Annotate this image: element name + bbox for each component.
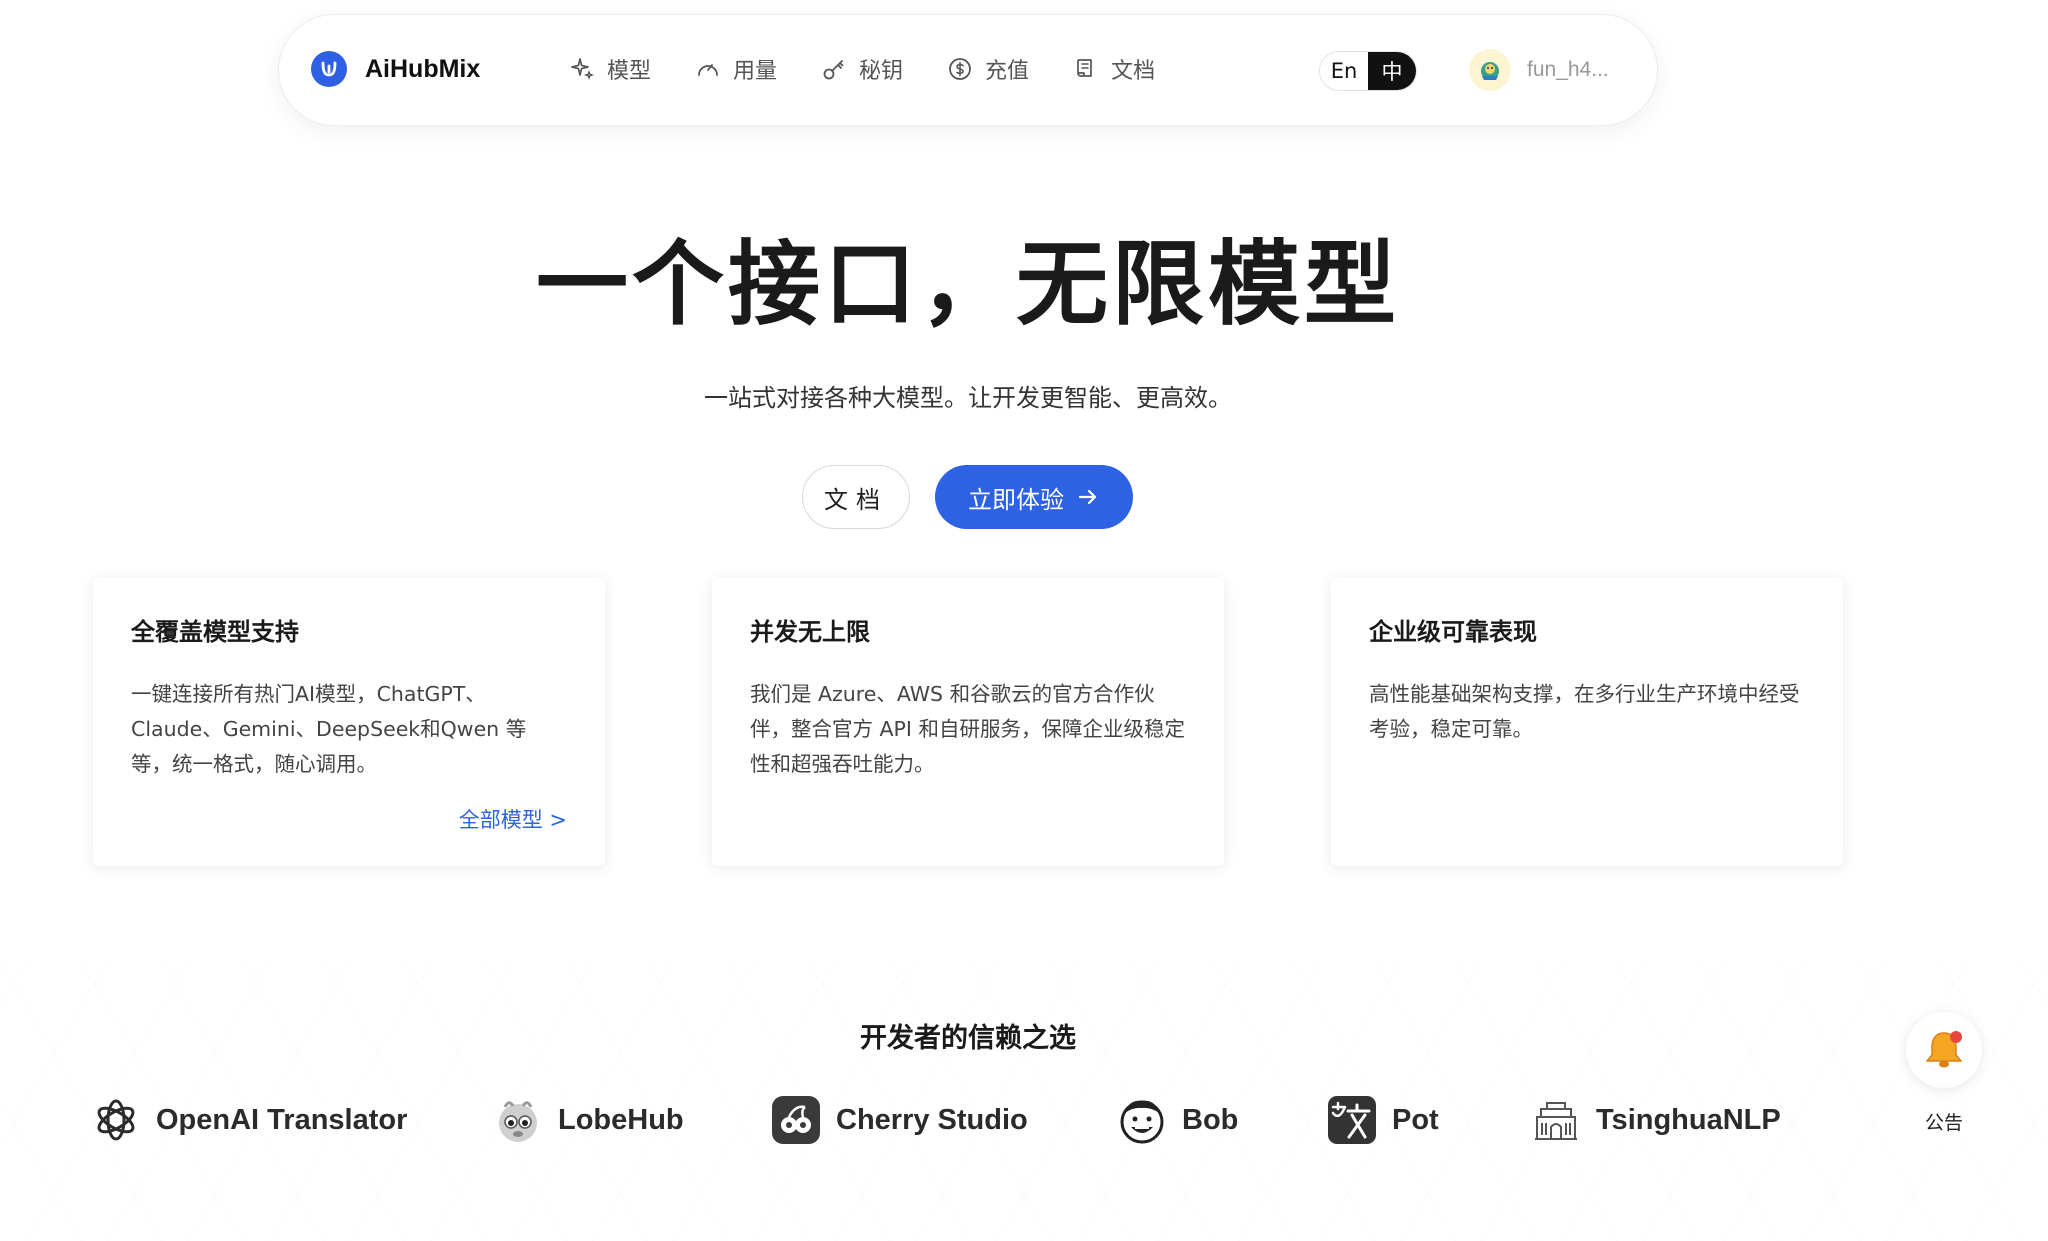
top-navbar: AiHubMix 模型 用量 秘钥 充值 文档 En 中 fun_h4... [278, 14, 1658, 126]
nav-link-label: 充值 [985, 59, 1030, 84]
feature-card-concurrency: 并发无上限 我们是 Azure、AWS 和谷歌云的官方合作伙伴，整合官方 API… [712, 578, 1224, 866]
partner-tsinghua-nlp[interactable]: TsinghuaNLP [1530, 1090, 1781, 1150]
partner-name: OpenAI Translator [156, 1103, 408, 1136]
lobehub-icon [492, 1094, 544, 1146]
announcement-button[interactable]: 公告 [1906, 1012, 1982, 1135]
language-toggle[interactable]: En 中 [1319, 51, 1417, 91]
brand[interactable]: AiHubMix [311, 51, 480, 87]
nav-link-models[interactable]: 模型 [569, 53, 651, 85]
feature-card-reliability: 企业级可靠表现 高性能基础架构支撑，在多行业生产环境中经受考验，稳定可靠。 [1331, 578, 1843, 866]
partner-cherry-studio[interactable]: Cherry Studio [770, 1090, 1028, 1150]
pot-icon [1326, 1094, 1378, 1146]
partner-openai-translator[interactable]: OpenAI Translator [90, 1090, 407, 1150]
hero-title: 一个接口，无限模型 [535, 231, 1400, 338]
card-title: 企业级可靠表现 [1369, 618, 1537, 646]
avatar [1469, 49, 1511, 91]
nav-link-usage[interactable]: 用量 [695, 53, 777, 85]
document-icon [1077, 59, 1092, 77]
partner-name: Cherry Studio [836, 1103, 1028, 1136]
nav-link-keys[interactable]: 秘钥 [821, 53, 903, 85]
sparkle-icon [571, 58, 595, 81]
bell-icon [1925, 1031, 1963, 1068]
user-menu[interactable]: fun_h4... [1469, 49, 1609, 91]
try-now-label: 立即体验 [968, 485, 1064, 514]
page: AiHubMix 模型 用量 秘钥 充值 文档 En 中 fun_h4... 一… [0, 0, 2048, 1241]
cherry-studio-icon [770, 1094, 822, 1146]
openai-icon [90, 1094, 142, 1146]
try-now-button[interactable]: 立即体验 [935, 465, 1133, 529]
nav-link-label: 模型 [607, 59, 652, 84]
partner-name: TsinghuaNLP [1596, 1103, 1781, 1136]
card-body: 我们是 Azure、AWS 和谷歌云的官方合作伙伴，整合官方 API 和自研服务… [750, 682, 1185, 776]
bob-icon [1116, 1094, 1168, 1146]
lang-en-option[interactable]: En [1320, 52, 1368, 90]
docs-button[interactable]: 文档 [802, 465, 910, 529]
key-icon [823, 60, 844, 80]
nav-link-label: 用量 [733, 59, 778, 84]
partner-name: Pot [1392, 1103, 1439, 1136]
card-body: 一键连接所有热门AI模型，ChatGPT、Claude、Gemini、DeepS… [131, 682, 527, 776]
arrow-right-icon [1078, 489, 1097, 505]
announcement-fab[interactable] [1906, 1012, 1982, 1088]
brand-name: AiHubMix [365, 54, 481, 83]
hero-subtitle: 一站式对接各种大模型。让开发更智能、更高效。 [704, 384, 1232, 412]
nav-link-label: 秘钥 [859, 59, 904, 84]
docs-button-label: 文档 [824, 485, 888, 514]
lang-zh-option[interactable]: 中 [1368, 52, 1416, 90]
card-title: 全覆盖模型支持 [131, 618, 299, 646]
partner-name: Bob [1182, 1103, 1239, 1136]
username: fun_h4... [1527, 58, 1609, 81]
dollar-icon [949, 58, 971, 80]
partner-logos: OpenAI Translator LobeHub Cherry Studio … [0, 1090, 2048, 1150]
partner-lobehub[interactable]: LobeHub [492, 1090, 684, 1150]
aihubmix-logo-icon [311, 51, 347, 87]
trusted-section-title: 开发者的信赖之选 [860, 1023, 1076, 1054]
nav-links: 模型 用量 秘钥 充值 文档 [569, 53, 1155, 85]
card-body: 高性能基础架构支撑，在多行业生产环境中经受考验，稳定可靠。 [1369, 682, 1800, 741]
tsinghua-icon [1530, 1094, 1582, 1146]
partner-bob[interactable]: Bob [1116, 1090, 1238, 1150]
feature-card-coverage: 全覆盖模型支持 一键连接所有热门AI模型，ChatGPT、Claude、Gemi… [93, 578, 605, 866]
nav-link-recharge[interactable]: 充值 [947, 53, 1029, 85]
partner-name: LobeHub [558, 1103, 684, 1136]
gauge-icon [698, 64, 718, 76]
partner-pot[interactable]: Pot [1326, 1090, 1439, 1150]
nav-link-label: 文档 [1111, 59, 1156, 84]
all-models-link[interactable]: 全部模型 > [459, 804, 567, 834]
card-title: 并发无上限 [750, 618, 870, 646]
nav-link-docs[interactable]: 文档 [1073, 53, 1155, 85]
announcement-label: 公告 [1924, 1112, 1963, 1134]
